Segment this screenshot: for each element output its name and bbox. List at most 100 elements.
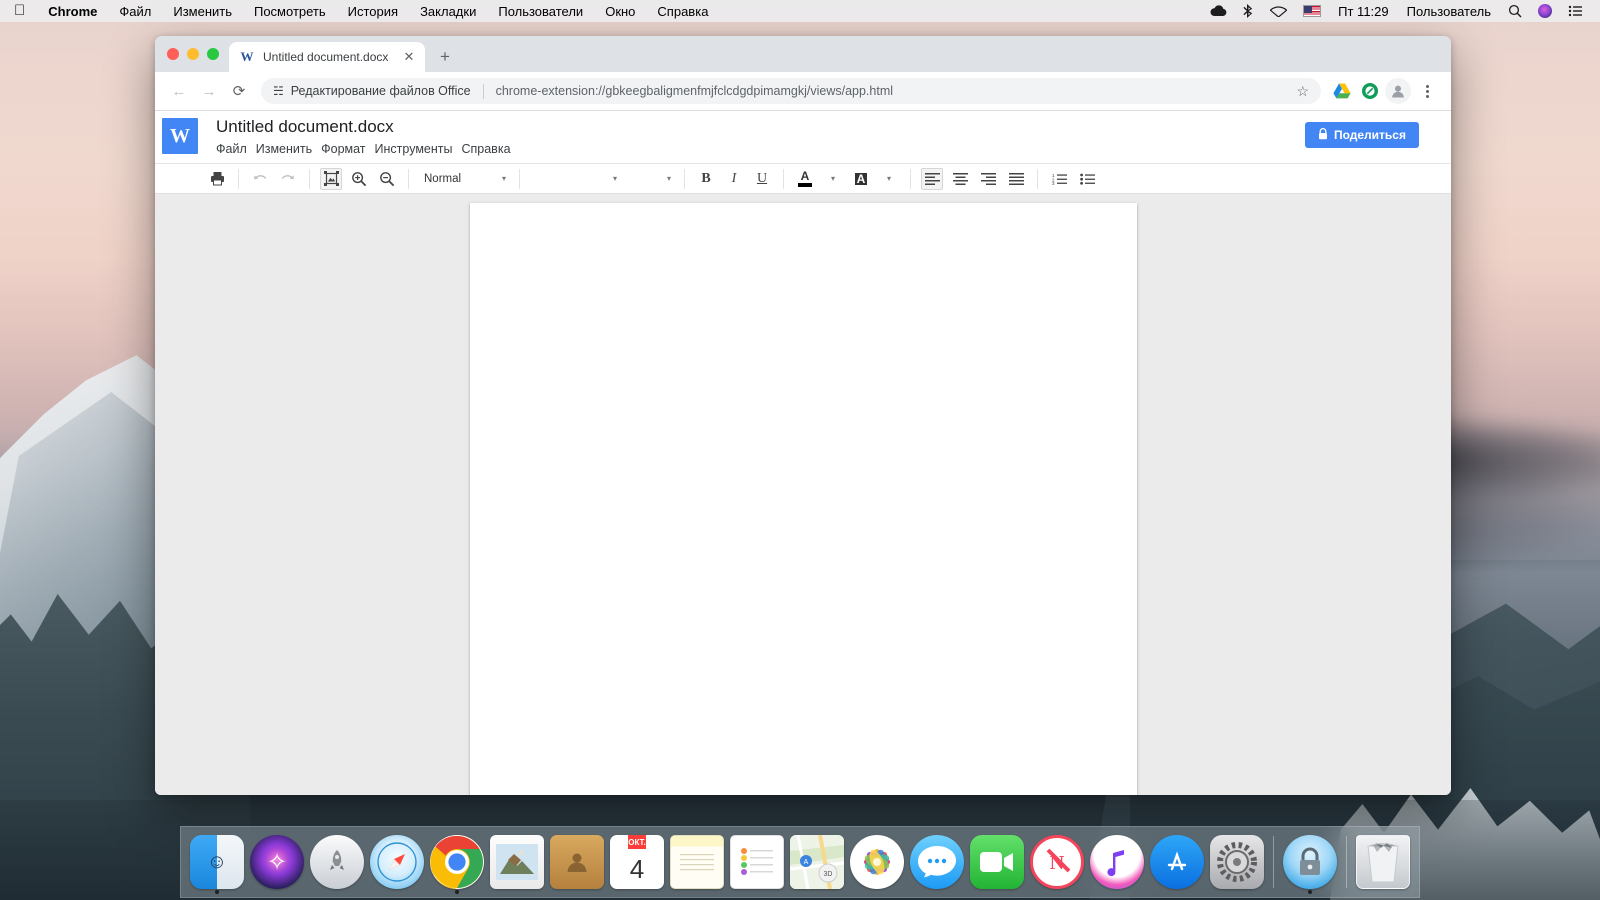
address-bar[interactable]: ☵ Редактирование файлов Office chrome-ex… [261,78,1321,104]
google-drive-icon[interactable] [1329,78,1355,104]
formatting-toolbar: Normal ▾ ▾ ▾ B I U A ▾ A ▾ 1 2 3 [155,163,1451,194]
toolbar-divider-8 [1037,168,1038,189]
app-menu-help[interactable]: Справка [461,140,519,158]
dock-item-app-store[interactable] [1147,829,1207,895]
text-color-chevron-down-icon[interactable]: ▾ [822,168,844,190]
maximize-window-button[interactable] [207,48,219,60]
bookmark-star-icon[interactable]: ☆ [1288,83,1309,100]
align-right-icon[interactable] [977,168,999,190]
menubar-app-name[interactable]: Chrome [37,4,108,19]
back-arrow-icon[interactable]: ← [165,77,193,105]
numbered-list-icon[interactable]: 123 [1048,168,1070,190]
dock-item-safari[interactable] [367,829,427,895]
cloud-icon[interactable] [1202,0,1235,22]
menubar-user-name[interactable]: Пользователь [1398,4,1500,19]
font-family-select[interactable]: ▾ [529,168,621,190]
dock-item-facetime[interactable] [967,829,1027,895]
dock-item-contacts[interactable] [547,829,607,895]
toolbar-divider-2 [309,168,310,189]
document-canvas[interactable] [155,194,1451,795]
align-left-icon[interactable] [921,167,943,190]
puzzle-piece-icon: ☵ [273,84,284,98]
app-menu-tools[interactable]: Инструменты [375,140,462,158]
minimize-window-button[interactable] [187,48,199,60]
svg-text:N: N [1050,852,1065,874]
share-button[interactable]: Поделиться [1304,122,1419,148]
control-center-icon[interactable] [1560,0,1590,22]
highlight-chevron-down-icon[interactable]: ▾ [878,168,900,190]
apple-logo-icon[interactable]:  [0,3,37,18]
menubar-status-area: Пт 11:29 Пользователь [1202,0,1600,22]
dock-item-reminders[interactable] [727,829,787,895]
text-color-button[interactable]: A [794,168,816,190]
menubar-item-view[interactable]: Посмотреть [243,4,337,19]
dock-item-news[interactable]: N [1027,829,1087,895]
app-menu-edit[interactable]: Изменить [256,140,321,158]
dock-item-itunes[interactable] [1087,829,1147,895]
three-dot-menu-icon[interactable] [1413,77,1441,105]
new-tab-button[interactable]: + [431,43,459,71]
dock-item-launchpad[interactable] [307,829,367,895]
menubar-item-file[interactable]: Файл [108,4,162,19]
menubar-item-help[interactable]: Справка [646,4,719,19]
document-name[interactable]: Untitled document.docx [216,116,520,138]
bullet-list-icon[interactable] [1076,168,1098,190]
extension-icon[interactable] [1357,78,1383,104]
macos-menu-bar:  Chrome Файл Изменить Посмотреть Истори… [0,0,1600,22]
dock-item-chrome[interactable] [427,829,487,895]
bluetooth-icon[interactable] [1235,0,1262,22]
dock-item-siri[interactable]: ✧ [247,829,307,895]
dock-separator-2 [1346,836,1347,888]
align-center-icon[interactable] [949,168,971,190]
bold-button[interactable]: B [695,168,717,190]
dock-item-keychain-lock[interactable] [1280,829,1340,895]
dock-item-photos[interactable] [847,829,907,895]
dock-item-trash[interactable] [1353,829,1413,895]
browser-tab-strip: W Untitled document.docx ✕ + [155,36,1451,72]
dock-item-finder[interactable]: ☺ [187,829,247,895]
font-size-select[interactable]: ▾ [625,168,675,190]
toolbar-divider-3 [408,168,409,189]
document-page[interactable] [470,203,1137,795]
print-icon[interactable] [206,168,228,190]
paragraph-style-select[interactable]: Normal ▾ [418,168,510,190]
menubar-item-bookmarks[interactable]: Закладки [409,4,487,19]
dock-item-calendar[interactable]: ОКТ. 4 [607,829,667,895]
extension-chip: ☵ Редактирование файлов Office [273,84,471,98]
search-icon[interactable] [1500,0,1530,22]
undo-icon[interactable] [249,168,271,190]
app-menu-file[interactable]: Файл [216,140,256,158]
underline-button[interactable]: U [751,168,773,190]
zoom-in-icon[interactable] [348,168,370,190]
highlight-color-button[interactable]: A [850,168,872,190]
forward-arrow-icon[interactable]: → [195,77,223,105]
zoom-out-icon[interactable] [376,168,398,190]
menubar-clock[interactable]: Пт 11:29 [1329,4,1397,19]
wifi-icon[interactable] [1262,0,1295,22]
insert-image-icon[interactable] [320,167,342,190]
profile-avatar-icon[interactable] [1385,78,1411,104]
menubar-item-history[interactable]: История [337,4,409,19]
redo-icon[interactable] [277,168,299,190]
svg-text:A: A [804,859,809,866]
close-icon[interactable]: ✕ [401,49,417,65]
dock-item-mail[interactable] [487,829,547,895]
italic-button[interactable]: I [723,168,745,190]
browser-tab[interactable]: W Untitled document.docx ✕ [229,42,425,72]
close-window-button[interactable] [167,48,179,60]
dock-item-maps[interactable]: A 3D [787,829,847,895]
siri-icon[interactable] [1530,0,1560,22]
menubar-item-profiles[interactable]: Пользователи [487,4,594,19]
menubar-item-window[interactable]: Окно [594,4,646,19]
dock-item-messages[interactable] [907,829,967,895]
paragraph-style-value: Normal [424,172,462,185]
dock-item-notes[interactable] [667,829,727,895]
browser-tab-title: Untitled document.docx [263,50,389,64]
menubar-item-edit[interactable]: Изменить [162,4,243,19]
reload-icon[interactable]: ⟳ [225,77,253,105]
share-button-label: Поделиться [1333,128,1406,142]
align-justify-icon[interactable] [1005,168,1027,190]
app-menu-format[interactable]: Формат [321,140,374,158]
us-flag-icon[interactable] [1295,0,1329,22]
dock-item-system-preferences[interactable] [1207,829,1267,895]
